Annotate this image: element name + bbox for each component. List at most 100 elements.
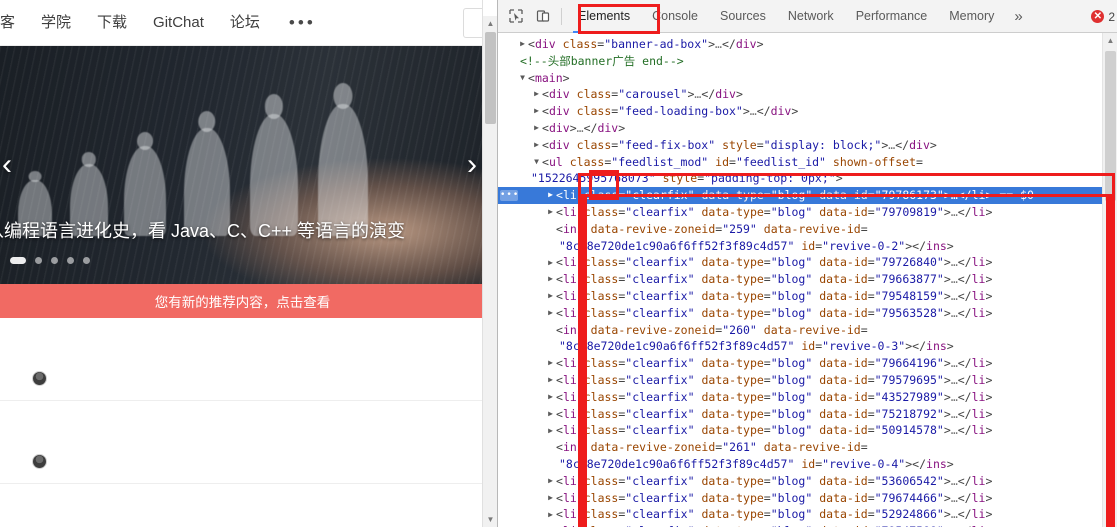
dom-node-li[interactable]: ▶<li class="clearfix" data-type="blog" d…: [498, 372, 1117, 389]
devtools-scrollbar[interactable]: ▲ ▼: [1102, 33, 1117, 527]
expand-triangle-icon[interactable]: ▶: [545, 271, 556, 288]
tab-console[interactable]: Console: [641, 0, 709, 33]
dom-node-ins[interactable]: <ins data-revive-zoneid="260" data-reviv…: [498, 322, 1117, 356]
evolution-figure-5: [318, 104, 368, 236]
nav-item-1[interactable]: 学院: [28, 0, 84, 46]
error-count-badge[interactable]: ✕ 2: [1091, 0, 1115, 33]
device-toolbar-icon[interactable]: [529, 3, 556, 29]
dom-node-div[interactable]: ▶ <div class="banner-ad-box">…</div>: [498, 36, 1117, 53]
collapse-triangle-icon[interactable]: ▼: [517, 70, 528, 87]
dom-tree[interactable]: ▶ <div class="banner-ad-box">…</div> <!--头…: [498, 33, 1117, 527]
dom-node-div[interactable]: ▶ <div class="feed-loading-box">…</div>: [498, 103, 1117, 120]
dom-node-div[interactable]: ▶ <div class="feed-fix-box" style="displa…: [498, 137, 1117, 154]
evolution-figure-4: [250, 114, 298, 236]
nav-item-2[interactable]: 下载: [84, 0, 140, 46]
dom-node-div[interactable]: ▶ <div class="carousel">…</div>: [498, 86, 1117, 103]
expand-triangle-icon[interactable]: ▶: [531, 86, 542, 103]
dom-node-li[interactable]: ▶<li class="clearfix" data-type="blog" d…: [498, 305, 1117, 322]
devtools-scrollbar-thumb[interactable]: [1105, 51, 1116, 201]
expand-triangle-icon[interactable]: ▶: [517, 36, 528, 53]
expand-triangle-icon[interactable]: ▶: [545, 255, 556, 272]
carousel-dot-4[interactable]: [83, 257, 90, 264]
scroll-up-icon[interactable]: ▲: [483, 16, 497, 31]
carousel[interactable]: 从编程语言进化史，看 Java、C、C++ 等语言的演变 ‹ ›: [0, 46, 497, 284]
node-actions-badge[interactable]: •••: [500, 190, 518, 202]
expand-triangle-icon[interactable]: ▶: [545, 187, 556, 204]
expand-triangle-icon[interactable]: ▶: [545, 305, 556, 322]
toolbar-divider: [561, 7, 562, 25]
dom-node-li[interactable]: ▶<li class="clearfix" data-type="blog" d…: [498, 187, 1117, 205]
dom-node-li[interactable]: ▶<li class="clearfix" data-type="blog" d…: [498, 406, 1117, 423]
feed-item[interactable]: [0, 401, 497, 484]
dom-node-li[interactable]: ▶<li class="clearfix" data-type="blog" d…: [498, 506, 1117, 523]
tab-performance[interactable]: Performance: [845, 0, 939, 33]
tab-memory[interactable]: Memory: [938, 0, 1005, 33]
tab-elements[interactable]: Elements: [567, 0, 641, 33]
carousel-dots[interactable]: [10, 257, 90, 264]
nav-item-3[interactable]: GitChat: [140, 0, 217, 46]
devtools-scroll-down-icon[interactable]: ▼: [1103, 512, 1117, 527]
tab-network[interactable]: Network: [777, 0, 845, 33]
expand-triangle-icon[interactable]: ▶: [531, 103, 542, 120]
expand-triangle-icon[interactable]: ▶: [545, 389, 556, 406]
expand-triangle-icon[interactable]: ▶: [545, 473, 556, 490]
carousel-dot-1[interactable]: [35, 257, 42, 264]
expand-triangle-icon[interactable]: ▶: [545, 204, 556, 221]
nav-item-4[interactable]: 论坛: [217, 0, 273, 46]
dom-node-ins[interactable]: <ins data-revive-zoneid="259" data-reviv…: [498, 221, 1117, 255]
dom-node-li[interactable]: ▶<li class="clearfix" data-type="blog" d…: [498, 523, 1117, 527]
expand-triangle-icon[interactable]: ▶: [531, 137, 542, 154]
expand-triangle-icon[interactable]: ▶: [545, 288, 556, 305]
dom-node-li[interactable]: ▶<li class="clearfix" data-type="blog" d…: [498, 355, 1117, 372]
dom-node-div[interactable]: ▶ <div>…</div>: [498, 120, 1117, 137]
avatar: [32, 454, 47, 469]
carousel-dot-2[interactable]: [51, 257, 58, 264]
expand-triangle-icon[interactable]: ▶: [545, 490, 556, 507]
nav-item-list: 客学院 下载 GitChat 论坛: [0, 0, 273, 46]
error-icon: ✕: [1091, 10, 1105, 23]
screenshot-root: 客学院 下载 GitChat 论坛 ••• 从编程语言进化史，看 Java、C、C++…: [0, 0, 1117, 527]
dom-node-li[interactable]: ▶<li class="clearfix" data-type="blog" d…: [498, 204, 1117, 221]
new-content-notification-bar[interactable]: 您有新的推荐内容，点击查看: [0, 284, 497, 318]
expand-triangle-icon[interactable]: ▶: [545, 355, 556, 372]
article-feed-list: [0, 318, 497, 484]
dom-node-ul[interactable]: ▼ <ul class="feedlist_mod" id="feedlist_i…: [498, 154, 1117, 188]
collapse-triangle-icon[interactable]: ▼: [531, 154, 542, 171]
web-page-pane: 客学院 下载 GitChat 论坛 ••• 从编程语言进化史，看 Java、C、C++…: [0, 0, 497, 527]
dom-node-main[interactable]: ▼ <main>: [498, 70, 1117, 87]
scroll-down-icon[interactable]: ▼: [483, 512, 497, 527]
nav-item-0[interactable]: 客: [0, 0, 28, 46]
carousel-dot-0[interactable]: [10, 257, 26, 264]
dom-node-li[interactable]: ▶<li class="clearfix" data-type="blog" d…: [498, 288, 1117, 305]
tab-sources[interactable]: Sources: [709, 0, 777, 33]
feed-item-author[interactable]: [32, 371, 53, 386]
carousel-prev-icon[interactable]: ‹: [0, 142, 24, 188]
dom-node-li[interactable]: ▶<li class="clearfix" data-type="blog" d…: [498, 271, 1117, 288]
page-scrollbar[interactable]: ▲ ▼: [482, 0, 497, 527]
page-scrollbar-thumb[interactable]: [485, 32, 496, 124]
expand-triangle-icon[interactable]: ▶: [545, 406, 556, 423]
expand-triangle-icon[interactable]: ▶: [531, 120, 542, 137]
inspect-element-icon[interactable]: [502, 3, 529, 29]
feed-item[interactable]: [0, 318, 497, 401]
tab-overflow-icon[interactable]: »: [1005, 8, 1031, 25]
dom-node-li[interactable]: ▶<li class="clearfix" data-type="blog" d…: [498, 473, 1117, 490]
dom-node-li[interactable]: ▶<li class="clearfix" data-type="blog" d…: [498, 389, 1117, 406]
scrollbar-top-cap: [483, 0, 497, 16]
carousel-caption: 从编程语言进化史，看 Java、C、C++ 等语言的演变: [0, 220, 406, 241]
dom-comment-node[interactable]: <!--头部banner广告 end-->: [498, 53, 1117, 70]
carousel-dot-3[interactable]: [67, 257, 74, 264]
devtools-scroll-up-icon[interactable]: ▲: [1103, 33, 1117, 48]
expand-triangle-icon[interactable]: ▶: [545, 523, 556, 527]
devtools-panel: Elements Console Sources Network Performance…: [497, 0, 1117, 527]
site-top-nav: 客学院 下载 GitChat 论坛 •••: [0, 0, 497, 46]
nav-more-icon[interactable]: •••: [273, 13, 332, 33]
dom-node-li[interactable]: ▶<li class="clearfix" data-type="blog" d…: [498, 490, 1117, 507]
dom-node-li[interactable]: ▶<li class="clearfix" data-type="blog" d…: [498, 422, 1117, 439]
expand-triangle-icon[interactable]: ▶: [545, 372, 556, 389]
feed-item-author[interactable]: [32, 454, 53, 469]
expand-triangle-icon[interactable]: ▶: [545, 507, 556, 524]
dom-node-ins[interactable]: <ins data-revive-zoneid="261" data-reviv…: [498, 439, 1117, 473]
expand-triangle-icon[interactable]: ▶: [545, 423, 556, 440]
dom-node-li[interactable]: ▶<li class="clearfix" data-type="blog" d…: [498, 254, 1117, 271]
